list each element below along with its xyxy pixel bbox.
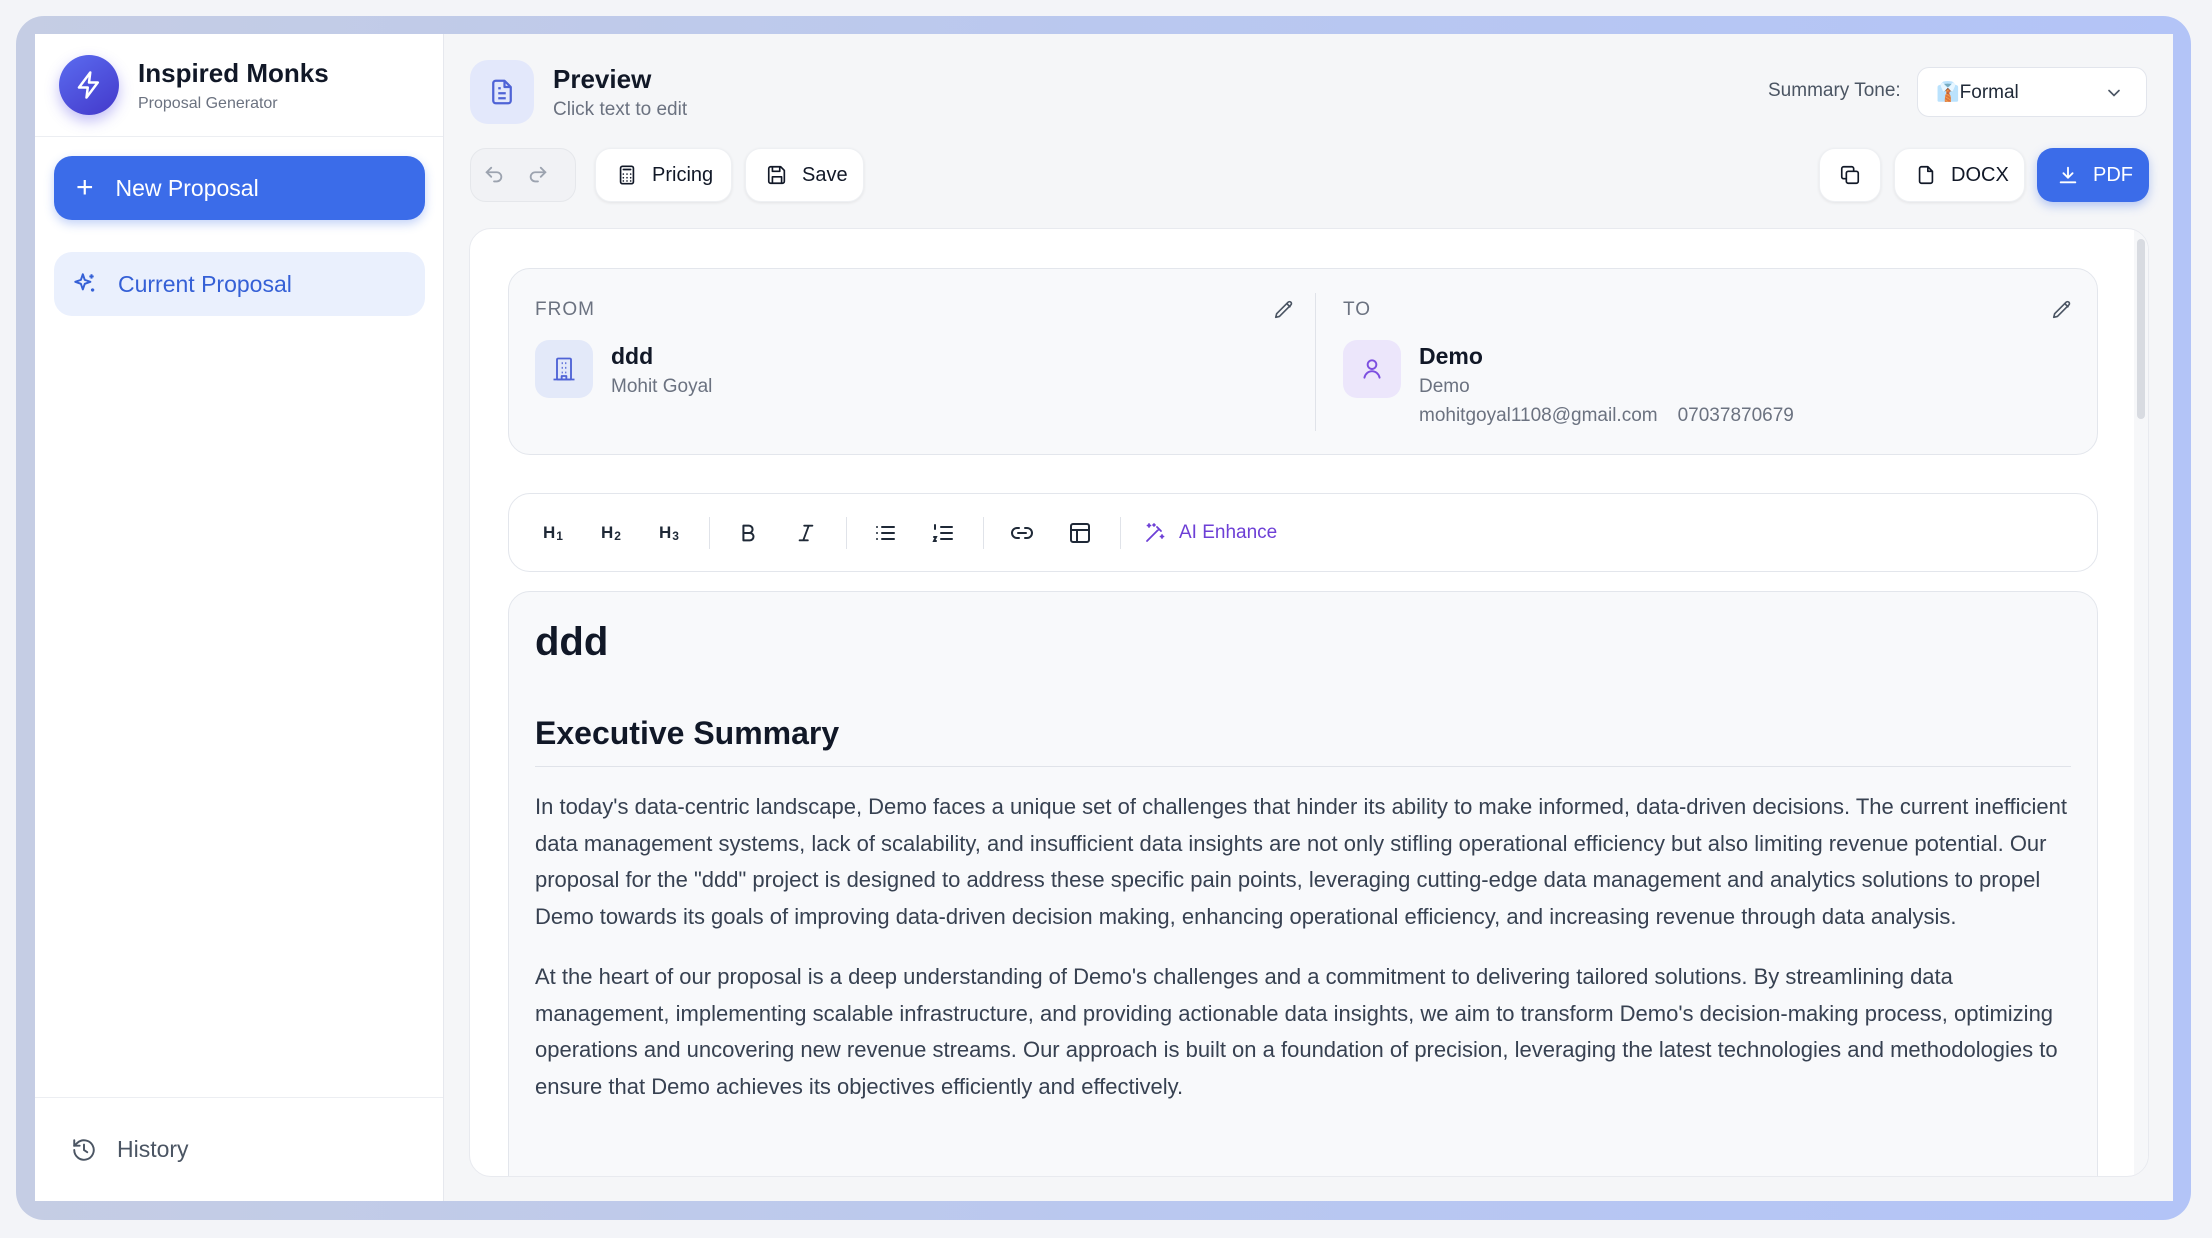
save-icon xyxy=(767,165,786,185)
to-name: Demo xyxy=(1419,343,1483,369)
new-proposal-button[interactable]: + New Proposal xyxy=(54,156,425,220)
scrollbar[interactable] xyxy=(2134,229,2148,1176)
table-button[interactable] xyxy=(1060,513,1100,553)
docx-button[interactable]: DOCX xyxy=(1894,148,2025,202)
plus-icon: + xyxy=(76,171,94,204)
from-section[interactable]: FROM ddd Mohit Goyal xyxy=(535,269,1295,454)
new-proposal-label: New Proposal xyxy=(115,174,259,201)
toolbar-divider xyxy=(846,516,847,549)
toolbar-divider xyxy=(1120,516,1121,549)
docx-label: DOCX xyxy=(1951,163,2009,186)
bold-button[interactable] xyxy=(728,513,768,553)
to-company: Demo xyxy=(1419,376,1470,397)
to-section[interactable]: TO Demo Demo mohitgoyal1108@gmail.com 070… xyxy=(1343,269,2073,454)
brand-subtitle: Proposal Generator xyxy=(138,94,278,112)
from-label: FROM xyxy=(535,299,595,320)
file-icon xyxy=(1918,165,1934,185)
italic-icon xyxy=(798,524,814,541)
to-phone: 07037870679 xyxy=(1677,405,1794,426)
calculator-icon xyxy=(619,165,635,185)
italic-button[interactable] xyxy=(786,513,826,553)
paragraph[interactable]: At the heart of our proposal is a deep u… xyxy=(535,959,2071,1105)
undo-icon[interactable] xyxy=(483,164,505,186)
to-label: TO xyxy=(1343,299,1372,320)
brand-title: Inspired Monks xyxy=(138,57,329,88)
chevron-down-icon xyxy=(2108,89,2120,97)
pencil-icon[interactable] xyxy=(2051,299,2073,321)
building-icon xyxy=(535,340,593,398)
editor-toolbar: H1 H2 H3 AI Enhance xyxy=(508,493,2098,572)
from-name: ddd xyxy=(611,343,654,369)
link-icon xyxy=(1011,526,1033,539)
document-title[interactable]: ddd xyxy=(535,620,2071,665)
pdf-label: PDF xyxy=(2093,163,2133,186)
brand: Inspired Monks Proposal Generator xyxy=(35,34,443,137)
user-icon xyxy=(1343,340,1401,398)
tone-value: 👔Formal xyxy=(1936,82,2019,103)
sidebar-item-label: Current Proposal xyxy=(118,270,292,297)
section-heading[interactable]: Executive Summary xyxy=(535,715,2071,767)
paragraph[interactable]: In today's data-centric landscape, Demo … xyxy=(535,789,2071,935)
parties-card: FROM ddd Mohit Goyal TO Demo Demo mohitg… xyxy=(508,268,2098,455)
magic-wand-icon xyxy=(1146,522,1165,542)
pdf-button[interactable]: PDF xyxy=(2037,148,2149,202)
pricing-button[interactable]: Pricing xyxy=(595,148,732,202)
document-editor[interactable]: ddd Executive Summary In today's data-ce… xyxy=(508,591,2098,1176)
numbered-list-button[interactable] xyxy=(923,513,963,553)
redo-icon[interactable] xyxy=(527,164,549,186)
save-label: Save xyxy=(802,163,848,186)
page-subtitle: Click text to edit xyxy=(553,99,688,120)
to-contact: mohitgoyal1108@gmail.com 07037870679 xyxy=(1419,405,1794,427)
toolbar-divider xyxy=(983,516,984,549)
tone-select[interactable]: 👔Formal xyxy=(1917,67,2147,117)
copy-button[interactable] xyxy=(1819,148,1881,202)
sidebar-item-current-proposal[interactable]: Current Proposal xyxy=(54,252,425,316)
pencil-icon[interactable] xyxy=(1273,299,1295,321)
table-icon xyxy=(1070,522,1090,543)
copy-icon xyxy=(1840,165,1860,185)
document-icon xyxy=(470,60,534,124)
save-button[interactable]: Save xyxy=(745,148,864,202)
sidebar-item-label: History xyxy=(117,1136,189,1162)
pricing-label: Pricing xyxy=(652,163,714,186)
download-icon xyxy=(2059,166,2077,184)
ai-enhance-label: AI Enhance xyxy=(1179,521,1278,543)
bullet-list-button[interactable] xyxy=(865,513,905,553)
heading-2-button[interactable]: H2 xyxy=(591,513,631,553)
page-title: Preview xyxy=(553,64,652,94)
to-email: mohitgoyal1108@gmail.com xyxy=(1419,405,1658,426)
sidebar-item-history[interactable]: History xyxy=(35,1097,443,1201)
heading-1-button[interactable]: H1 xyxy=(533,513,573,553)
heading-3-button[interactable]: H3 xyxy=(649,513,689,553)
party-divider xyxy=(1315,293,1316,431)
lightning-icon xyxy=(59,55,119,115)
sparkles-icon xyxy=(74,273,95,292)
tone-label: Summary Tone: xyxy=(1768,80,1901,101)
numbered-list-icon xyxy=(932,523,953,542)
sidebar: Inspired Monks Proposal Generator + New … xyxy=(35,34,444,1201)
bold-icon xyxy=(742,524,755,541)
link-button[interactable] xyxy=(1002,513,1042,553)
undo-redo-group xyxy=(470,148,576,202)
history-icon xyxy=(73,1138,95,1161)
toolbar-divider xyxy=(709,516,710,549)
from-person: Mohit Goyal xyxy=(611,376,713,397)
bullet-list-icon xyxy=(876,525,895,540)
preview-panel: FROM ddd Mohit Goyal TO Demo Demo mohitg… xyxy=(469,228,2149,1177)
ai-enhance-button[interactable]: AI Enhance xyxy=(1143,521,1277,545)
scrollbar-thumb[interactable] xyxy=(2137,239,2145,419)
